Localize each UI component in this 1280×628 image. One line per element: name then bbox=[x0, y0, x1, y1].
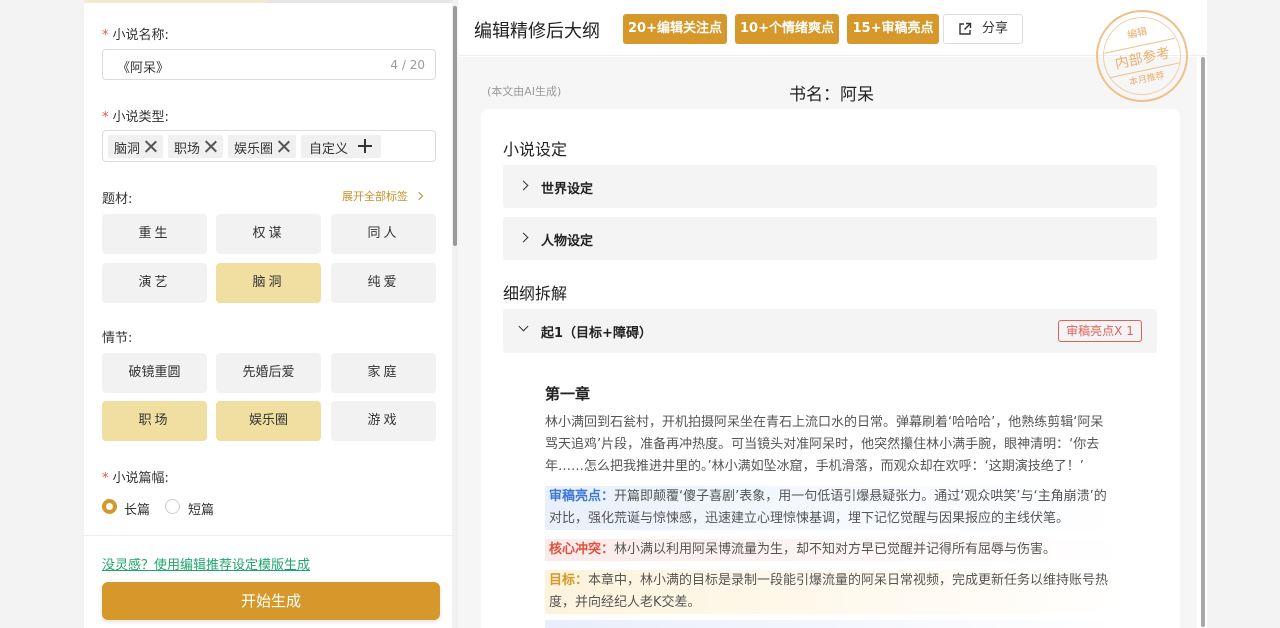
top-divider bbox=[84, 0, 268, 3]
novel-name-value: 《阿呆》 bbox=[117, 61, 170, 76]
chevron-right-icon bbox=[518, 180, 529, 191]
plot-chip[interactable]: 游戏 bbox=[331, 401, 436, 441]
plus-icon bbox=[357, 138, 373, 154]
chevron-right-icon bbox=[518, 232, 529, 243]
char-counter: 4 / 20 bbox=[390, 58, 425, 72]
type-tag: 职场 bbox=[168, 135, 223, 158]
length-radio-short[interactable] bbox=[165, 499, 180, 514]
accordion-world-setting[interactable]: 世界设定 bbox=[503, 165, 1157, 208]
chevron-down-icon bbox=[518, 321, 529, 332]
top-divider-right bbox=[268, 0, 458, 3]
share-button[interactable]: 分享 bbox=[943, 14, 1023, 44]
type-tag: 娱乐圈 bbox=[228, 135, 296, 158]
highlight-count-badge: 审稿亮点X 1 bbox=[1058, 320, 1142, 342]
length-radio-long[interactable] bbox=[102, 499, 117, 514]
plot-chip[interactable]: 先婚后爱 bbox=[216, 353, 321, 393]
plot-chip-selected[interactable]: 娱乐圈 bbox=[216, 401, 321, 441]
feature-badge: 10+个情绪爽点 bbox=[735, 14, 839, 44]
novel-type-label: * 小说类型: bbox=[102, 110, 169, 125]
section-title-setting: 小说设定 bbox=[503, 140, 568, 159]
outline-title: 编辑精修后大纲 bbox=[474, 21, 600, 42]
chapter-summary: 林小满回到石瓮村，开机拍摄阿呆坐在青石上流口水的日常。弹幕刷着‘哈哈哈’，他熟练… bbox=[545, 415, 1104, 474]
theme-chip[interactable]: 演艺 bbox=[102, 263, 207, 303]
length-option-label: 短篇 bbox=[188, 503, 215, 518]
novel-type-input[interactable]: 脑洞 职场 娱乐圈 自定义 bbox=[102, 130, 436, 162]
remove-tag-icon[interactable] bbox=[203, 138, 219, 154]
remove-tag-icon[interactable] bbox=[276, 138, 292, 154]
next-note bbox=[545, 620, 1120, 628]
type-tag: 脑洞 bbox=[108, 135, 163, 158]
review-highlight-note: 审稿亮点：开篇即颠覆‘傻子喜剧’表象，用一句低语引爆悬疑张力。通过‘观众哄笑’与… bbox=[545, 486, 1120, 530]
plot-chip[interactable]: 家庭 bbox=[331, 353, 436, 393]
theme-chip[interactable]: 纯爱 bbox=[331, 263, 436, 303]
theme-label: 题材: bbox=[102, 192, 133, 207]
length-option-label: 长篇 bbox=[124, 503, 151, 518]
theme-chip-selected[interactable]: 脑洞 bbox=[216, 263, 321, 303]
novel-name-input[interactable]: 《阿呆》 4 / 20 bbox=[102, 49, 436, 80]
theme-chip[interactable]: 权谋 bbox=[216, 214, 321, 254]
chevron-right-icon bbox=[414, 191, 424, 201]
remove-tag-icon[interactable] bbox=[143, 138, 159, 154]
custom-tag-button[interactable]: 自定义 bbox=[301, 135, 381, 158]
right-scrollbar[interactable] bbox=[1200, 57, 1206, 628]
scroll-thumb[interactable] bbox=[453, 6, 457, 246]
theme-chip[interactable]: 同人 bbox=[331, 214, 436, 254]
scroll-thumb[interactable] bbox=[1201, 57, 1205, 627]
expand-tags-link[interactable]: 展开全部标签 bbox=[342, 188, 424, 204]
feature-badge: 20+编辑关注点 bbox=[623, 14, 727, 44]
plot-label: 情节: bbox=[102, 331, 133, 346]
novel-name-label: * 小说名称: bbox=[102, 28, 169, 43]
share-icon bbox=[959, 22, 972, 35]
plot-chip-selected[interactable]: 职场 bbox=[102, 401, 207, 441]
length-label: * 小说篇幅: bbox=[102, 471, 169, 486]
generate-button[interactable]: 开始生成 bbox=[102, 582, 440, 620]
book-name: 书名：阿呆 bbox=[789, 85, 874, 105]
section-title-breakdown: 细纲拆解 bbox=[503, 284, 568, 303]
template-link[interactable]: 没灵感？使用编辑推荐设定模版生成 bbox=[102, 554, 310, 573]
theme-chip[interactable]: 重生 bbox=[102, 214, 207, 254]
settings-panel bbox=[84, 0, 457, 628]
accordion-character-setting[interactable]: 人物设定 bbox=[503, 217, 1157, 260]
chapter-title: 第一章 bbox=[545, 385, 591, 403]
core-conflict-note: 核心冲突：林小满以利用阿呆博流量为生，却不知对方早已觉醒并记得所有屈辱与伤害。 bbox=[545, 539, 1120, 561]
goal-note: 目标：本章中，林小满的目标是录制一段能引爆流量的阿呆日常视频，完成更新任务以维持… bbox=[545, 570, 1120, 614]
plot-chip[interactable]: 破镜重圆 bbox=[102, 353, 207, 393]
ai-generated-note: (本文由AI生成) bbox=[487, 85, 562, 98]
feature-badge: 15+审稿亮点 bbox=[847, 14, 939, 44]
